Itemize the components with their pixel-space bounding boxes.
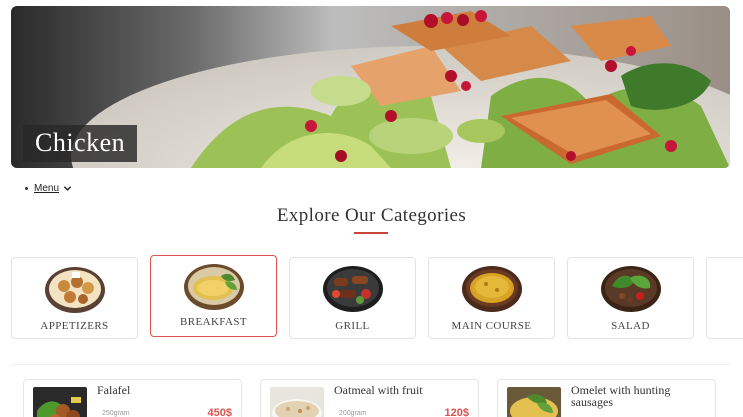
section-title: Explore Our Categories — [276, 205, 467, 226]
category-label: GRILL — [335, 320, 370, 332]
hero-banner: Chicken — [11, 6, 730, 168]
category-card-partial[interactable] — [706, 257, 743, 339]
item-name: Oatmeal with fruit — [334, 383, 423, 397]
oatmeal-image — [270, 387, 324, 417]
item-name: Omelet with hunting sausages — [571, 383, 671, 409]
item-weight: 200gram — [339, 410, 367, 417]
category-card-main-course[interactable]: MAIN COURSE — [428, 257, 555, 339]
section-divider — [11, 364, 730, 365]
category-label: SALAD — [611, 320, 650, 332]
category-card-appetizers[interactable]: APPETIZERS — [11, 257, 138, 339]
title-underline — [354, 232, 388, 234]
category-carousel: APPETIZERS BREAKFAST GRILL MAIN COURSE S… — [11, 255, 743, 340]
salad-plate-icon — [601, 266, 661, 312]
category-label: BREAKFAST — [180, 316, 247, 328]
falafel-image — [33, 387, 87, 417]
chevron-down-icon — [63, 186, 72, 191]
nav-menu: Menu — [25, 183, 72, 194]
appetizers-plate-icon — [45, 267, 105, 313]
hero-title: Chicken — [23, 125, 138, 162]
list-bullet — [25, 187, 28, 190]
menu-label: Menu — [34, 183, 60, 194]
item-price: 450$ — [207, 407, 232, 417]
category-card-grill[interactable]: GRILL — [289, 257, 416, 339]
main-course-plate-icon — [462, 266, 522, 312]
item-weight: 250gram — [102, 410, 130, 417]
omelet-image — [507, 387, 561, 417]
breakfast-plate-icon — [184, 264, 244, 310]
item-name: Falafel — [97, 383, 131, 397]
category-card-breakfast[interactable]: BREAKFAST — [150, 255, 277, 337]
menu-item-card[interactable]: Falafel 250gram 450$ — [23, 379, 242, 417]
category-card-salad[interactable]: SALAD — [567, 257, 694, 339]
menu-item-card[interactable]: Omelet with hunting sausages — [497, 379, 716, 417]
item-price: 120$ — [444, 407, 469, 417]
category-label: APPETIZERS — [40, 320, 109, 332]
menu-dropdown-link[interactable]: Menu — [34, 183, 72, 194]
category-label: MAIN COURSE — [451, 320, 532, 332]
grill-plate-icon — [323, 266, 383, 312]
menu-item-card[interactable]: Oatmeal with fruit 200gram 120$ — [260, 379, 479, 417]
